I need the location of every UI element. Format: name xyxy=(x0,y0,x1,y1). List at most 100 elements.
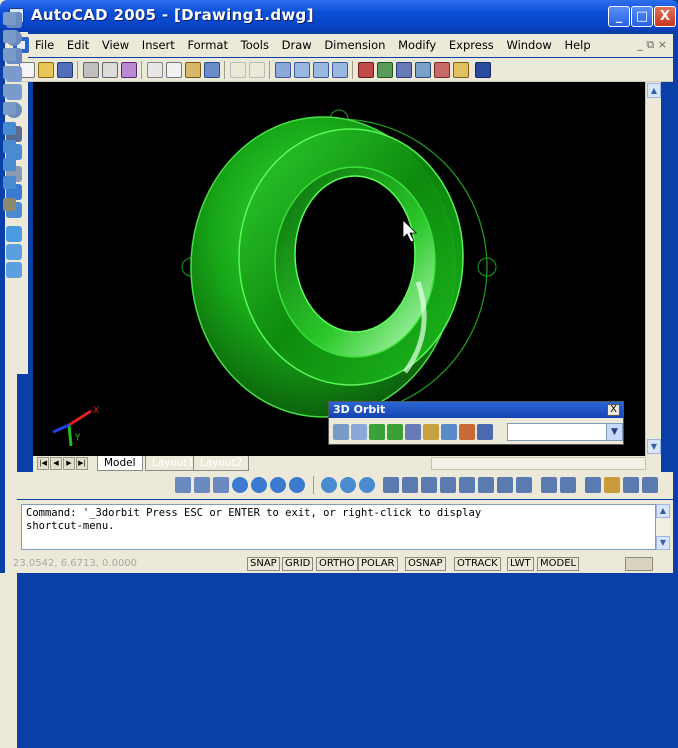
status-polar-button[interactable]: POLAR xyxy=(358,557,398,571)
model-viewport[interactable]: X Y xyxy=(33,82,645,456)
view-bottom-icon[interactable] xyxy=(3,30,16,43)
menu-draw[interactable]: Draw xyxy=(282,38,312,52)
menu-modify[interactable]: Modify xyxy=(398,38,436,52)
pan-realtime-icon[interactable] xyxy=(275,62,291,78)
view-left-icon[interactable] xyxy=(3,48,16,61)
chevron-down-icon[interactable]: ▼ xyxy=(606,424,622,440)
status-model-button[interactable]: MODEL xyxy=(537,557,580,571)
move-faces-icon[interactable] xyxy=(402,477,418,493)
rotate-faces-icon[interactable] xyxy=(459,477,475,493)
close-button[interactable]: X xyxy=(654,6,676,27)
shade-flat-icon[interactable] xyxy=(232,477,248,493)
shade-2d-wireframe-icon[interactable] xyxy=(175,477,191,493)
extrude-faces-icon[interactable] xyxy=(383,477,399,493)
menu-file[interactable]: File xyxy=(35,38,54,52)
tool-palettes-icon[interactable] xyxy=(396,62,412,78)
color-faces-icon[interactable] xyxy=(516,477,532,493)
camera-icon[interactable] xyxy=(3,198,16,211)
design-center-icon[interactable] xyxy=(377,62,393,78)
first-tab-arrow-icon[interactable]: |◀ xyxy=(37,457,49,470)
last-tab-arrow-icon[interactable]: ▶| xyxy=(76,457,88,470)
prev-tab-arrow-icon[interactable]: ◀ xyxy=(50,457,62,470)
taper-faces-icon[interactable] xyxy=(478,477,494,493)
redo-icon[interactable] xyxy=(249,62,265,78)
menu-tools[interactable]: Tools xyxy=(241,38,269,52)
title-bar[interactable]: AutoCAD 2005 - [Drawing1.dwg] _ □ X xyxy=(0,0,678,32)
shade-hidden-icon[interactable] xyxy=(213,477,229,493)
setup-drawing-icon[interactable] xyxy=(6,226,22,242)
shade-3d-wireframe-icon[interactable] xyxy=(194,477,210,493)
delete-faces-icon[interactable] xyxy=(440,477,456,493)
intersect-icon[interactable] xyxy=(359,477,375,493)
menu-format[interactable]: Format xyxy=(187,38,228,52)
command-line-text[interactable]: Command: '_3dorbit Press ESC or ENTER to… xyxy=(21,504,656,550)
view-se-iso-icon[interactable] xyxy=(3,140,16,153)
next-tab-arrow-icon[interactable]: ▶ xyxy=(63,457,75,470)
coordinate-display[interactable]: 23.0542, 6.6713, 0.0000 xyxy=(13,558,137,569)
3d-adjust-clip-icon[interactable] xyxy=(441,424,457,440)
offset-faces-icon[interactable] xyxy=(421,477,437,493)
3d-orbit-close-button[interactable]: X xyxy=(607,404,620,416)
view-sw-iso-icon[interactable] xyxy=(3,122,16,135)
markup-icon[interactable] xyxy=(434,62,450,78)
view-right-icon[interactable] xyxy=(3,66,16,79)
undo-icon[interactable] xyxy=(230,62,246,78)
status-otrack-button[interactable]: OTRACK xyxy=(454,557,501,571)
properties-icon[interactable] xyxy=(358,62,374,78)
shell-icon[interactable] xyxy=(604,477,620,493)
view-top-icon[interactable] xyxy=(3,12,16,25)
tab-layout2[interactable]: Layout2 xyxy=(193,456,250,471)
view-front-icon[interactable] xyxy=(3,84,16,97)
command-scroll-down-icon[interactable]: ▼ xyxy=(656,536,670,550)
zoom-previous-icon[interactable] xyxy=(332,62,348,78)
help-icon[interactable] xyxy=(475,62,491,78)
menu-view[interactable]: View xyxy=(102,38,129,52)
3d-orbit-title[interactable]: 3D Orbit xyxy=(329,402,623,418)
3d-swivel-icon[interactable] xyxy=(405,424,421,440)
maximize-button[interactable]: □ xyxy=(631,6,653,27)
view-nw-iso-icon[interactable] xyxy=(3,176,16,189)
menu-help[interactable]: Help xyxy=(564,38,590,52)
command-scroll-up-icon[interactable]: ▲ xyxy=(656,504,670,518)
viewport-horizontal-scrollbar[interactable] xyxy=(431,457,646,470)
menu-window[interactable]: Window xyxy=(506,38,551,52)
setup-profile-icon[interactable] xyxy=(6,262,22,278)
command-scrollbar[interactable]: ▲ ▼ xyxy=(656,504,670,550)
clean-icon[interactable] xyxy=(560,477,576,493)
subtract-icon[interactable] xyxy=(340,477,356,493)
status-lwt-button[interactable]: LWT xyxy=(507,557,534,571)
publish-icon[interactable] xyxy=(121,62,137,78)
3d-orbit-icon[interactable] xyxy=(369,424,385,440)
setup-view-icon[interactable] xyxy=(6,244,22,260)
back-clip-icon[interactable] xyxy=(477,424,493,440)
check-icon[interactable] xyxy=(623,477,639,493)
union-icon[interactable] xyxy=(321,477,337,493)
print-icon[interactable] xyxy=(83,62,99,78)
status-osnap-button[interactable]: OSNAP xyxy=(405,557,446,571)
separate-icon[interactable] xyxy=(585,477,601,493)
cut-icon[interactable] xyxy=(147,62,163,78)
copy-faces-icon[interactable] xyxy=(497,477,513,493)
status-grid-button[interactable]: GRID xyxy=(282,557,314,571)
solid-edit-icon[interactable] xyxy=(642,477,658,493)
status-ortho-button[interactable]: ORTHO xyxy=(316,557,358,571)
match-properties-icon[interactable] xyxy=(204,62,220,78)
3d-zoom-icon[interactable] xyxy=(351,424,367,440)
viewport-vertical-scrollbar[interactable]: ▲ ▼ xyxy=(645,82,661,456)
zoom-realtime-icon[interactable] xyxy=(294,62,310,78)
status-snap-button[interactable]: SNAP xyxy=(247,557,280,571)
document-window-controls[interactable]: _ ⧉ × xyxy=(637,38,667,52)
menu-express[interactable]: Express xyxy=(449,38,494,52)
3d-pan-icon[interactable] xyxy=(333,424,349,440)
copy-icon[interactable] xyxy=(166,62,182,78)
print-preview-icon[interactable] xyxy=(102,62,118,78)
scroll-up-arrow-icon[interactable]: ▲ xyxy=(647,83,661,98)
menu-edit[interactable]: Edit xyxy=(67,38,89,52)
shade-gouraud-icon[interactable] xyxy=(251,477,267,493)
communication-center-icon[interactable] xyxy=(625,557,653,571)
zoom-window-icon[interactable] xyxy=(313,62,329,78)
minimize-button[interactable]: _ xyxy=(608,6,630,27)
sheet-set-icon[interactable] xyxy=(415,62,431,78)
3d-continuous-orbit-icon[interactable] xyxy=(387,424,403,440)
tab-model[interactable]: Model xyxy=(97,456,143,471)
